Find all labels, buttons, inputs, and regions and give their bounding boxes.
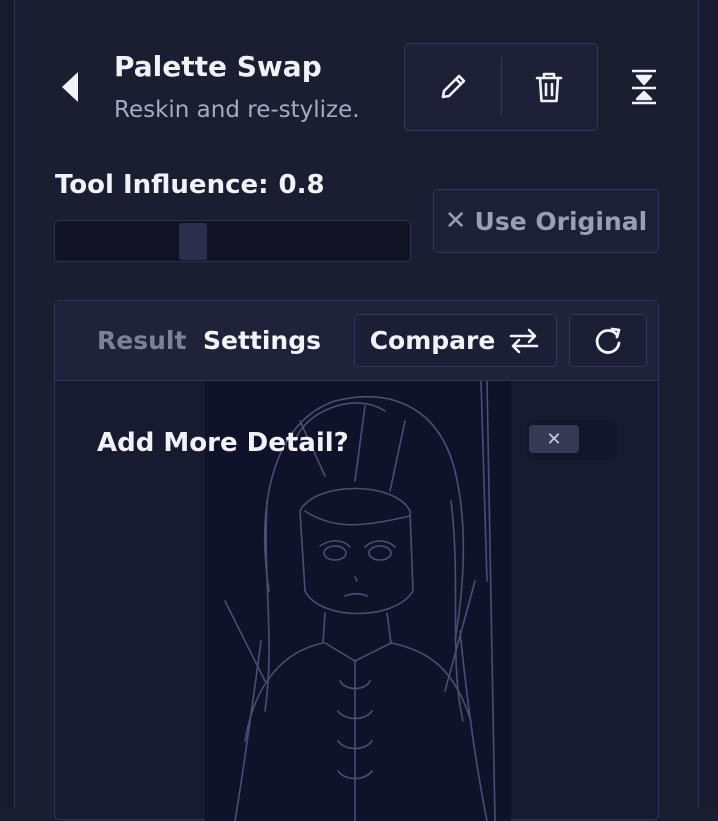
tool-title: Palette Swap xyxy=(114,50,322,83)
tab-settings[interactable]: Settings xyxy=(203,326,321,355)
caret-left-icon xyxy=(62,72,78,102)
tab-result[interactable]: Result xyxy=(97,326,186,355)
compare-button[interactable]: Compare xyxy=(354,314,557,367)
influence-slider[interactable] xyxy=(54,220,411,262)
collapse-button[interactable] xyxy=(624,66,664,108)
refresh-icon xyxy=(595,327,621,354)
use-original-button[interactable]: ✕ Use Original xyxy=(433,189,659,253)
add-more-detail-label: Add More Detail? xyxy=(97,428,349,458)
x-icon: ✕ xyxy=(444,206,467,236)
x-icon: ✕ xyxy=(546,428,562,450)
compare-label: Compare xyxy=(369,326,496,355)
tool-influence-label: Tool Influence: 0.8 xyxy=(55,170,325,200)
refresh-button[interactable] xyxy=(569,314,647,367)
right-frame xyxy=(698,0,718,808)
delete-button[interactable] xyxy=(502,44,598,130)
edit-button[interactable] xyxy=(405,44,501,130)
panel-header: Result Settings Compare xyxy=(55,301,658,381)
add-more-detail-toggle[interactable]: ✕ xyxy=(527,420,617,460)
collapse-vertical-icon xyxy=(632,69,656,105)
tool-subtitle: Reskin and re-stylize. xyxy=(114,97,360,123)
influence-label: Tool Influence: xyxy=(55,170,269,200)
left-frame xyxy=(0,0,15,808)
influence-value: 0.8 xyxy=(278,170,325,200)
tool-actions xyxy=(404,43,598,131)
trash-icon xyxy=(535,72,563,103)
back-button[interactable] xyxy=(56,70,86,104)
use-original-label: Use Original xyxy=(474,206,648,236)
toggle-knob: ✕ xyxy=(529,425,579,453)
swap-arrows-icon xyxy=(510,328,539,353)
pencil-icon xyxy=(441,74,466,99)
slider-thumb[interactable] xyxy=(179,223,207,260)
settings-panel: Result Settings Compare Add More Detail?… xyxy=(54,300,659,821)
